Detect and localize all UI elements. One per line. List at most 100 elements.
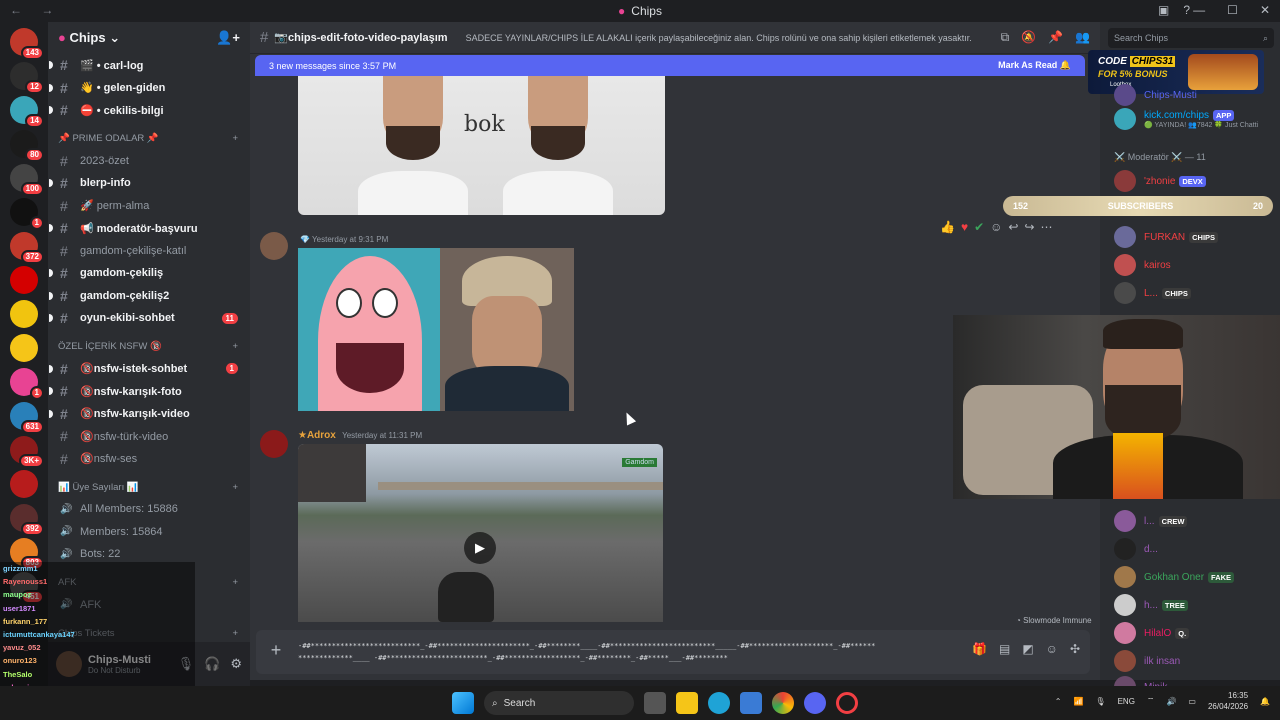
channel-item[interactable]: 🔊 Members: 15864	[48, 521, 250, 544]
store-icon[interactable]	[740, 692, 762, 714]
reply-icon[interactable]: ↩	[1008, 220, 1018, 234]
opera-icon[interactable]	[836, 692, 858, 714]
member-item[interactable]: FURKAN CHIPS	[1114, 226, 1219, 248]
add-attachment-icon[interactable]: +	[266, 640, 286, 660]
headphone-icon[interactable]: 🎧	[204, 656, 220, 672]
chrome-icon[interactable]	[772, 692, 794, 714]
taskbar-search[interactable]: ⌕ Search	[484, 691, 634, 715]
thumbs-up-icon[interactable]: 👍	[940, 220, 955, 234]
notification-icon[interactable]: 🔔	[1260, 697, 1270, 706]
file-explorer-icon[interactable]	[676, 692, 698, 714]
pin-icon[interactable]: 📌	[1048, 30, 1063, 45]
add-channel-icon[interactable]: +	[232, 577, 238, 588]
author-name[interactable]: ★Adrox	[298, 430, 336, 441]
server-icon[interactable]	[10, 300, 38, 328]
channel-item[interactable]: # 🔞nsfw-ses	[48, 448, 250, 471]
server-icon[interactable]: 143	[10, 28, 44, 60]
help-icon[interactable]: ?	[1183, 3, 1190, 17]
member-item[interactable]: L... CHIPS	[1114, 282, 1191, 304]
channel-item[interactable]: # gamdom-çekiliş2	[48, 285, 250, 308]
channel-item[interactable]: #2023-özet	[48, 150, 250, 173]
discord-icon[interactable]	[804, 692, 826, 714]
search-input[interactable]: Search Chips ⌕	[1108, 28, 1274, 48]
channel-item[interactable]: # 🔞nsfw-karışık-foto	[48, 380, 250, 403]
maximize-button[interactable]: ☐	[1227, 3, 1238, 17]
server-icon[interactable]: 1	[10, 198, 44, 230]
add-channel-icon[interactable]: +	[232, 133, 238, 144]
members-icon[interactable]: 👥	[1075, 30, 1090, 45]
server-icon[interactable]: 372	[10, 232, 44, 264]
server-icon[interactable]: 100	[10, 164, 44, 196]
channel-item[interactable]: # 🔞nsfw-istek-sohbet 1	[48, 358, 250, 381]
add-reaction-icon[interactable]: ☺	[990, 220, 1002, 234]
server-icon[interactable]: 1	[10, 368, 44, 400]
avatar[interactable]	[260, 232, 288, 260]
check-icon[interactable]: ✔	[974, 220, 984, 234]
server-icon[interactable]	[10, 266, 38, 294]
member-item[interactable]: h... TREE	[1114, 594, 1188, 616]
channel-item[interactable]: # blerp-info	[48, 172, 250, 195]
forward-icon[interactable]: ↪	[1024, 220, 1034, 234]
attachment-image[interactable]	[298, 248, 440, 411]
gif-icon[interactable]: ▤	[999, 642, 1010, 656]
clock[interactable]: 16:35 26/04/2026	[1208, 690, 1248, 712]
nav-arrows[interactable]: ← →	[10, 3, 61, 17]
sticker-icon[interactable]: ◩	[1022, 642, 1033, 656]
attachment-image[interactable]	[440, 248, 574, 411]
mic-icon[interactable]: 🎙	[1095, 697, 1105, 706]
channel-item[interactable]: # gamdom-çekiliş	[48, 262, 250, 285]
avatar[interactable]	[260, 430, 288, 458]
channel-item[interactable]: # 🚀 perm-alma	[48, 195, 250, 218]
guild-header[interactable]: ● Chips ⌄ 👤+	[48, 22, 250, 54]
channel-item[interactable]: # 🎬 • carl-log	[48, 54, 250, 77]
start-icon[interactable]	[452, 692, 474, 714]
channel-item[interactable]: # oyun-ekibi-sohbet 11	[48, 307, 250, 330]
minimize-button[interactable]: —	[1193, 3, 1205, 17]
server-icon[interactable]: 631	[10, 402, 44, 434]
member-item[interactable]: kairos	[1114, 254, 1171, 276]
server-icon[interactable]: 14	[10, 96, 44, 128]
threads-icon[interactable]: ⧉	[1001, 30, 1010, 45]
task-view-icon[interactable]	[644, 692, 666, 714]
category-nsfw[interactable]: ÖZEL İÇERİK NSFW 🔞 +	[48, 336, 250, 358]
member-item[interactable]: l... CREW	[1114, 510, 1188, 532]
channel-item[interactable]: # 🔞nsfw-türk-video	[48, 425, 250, 448]
channel-item[interactable]: 🔊 All Members: 15886	[48, 498, 250, 521]
member-item[interactable]: Gokhan Oner FAKE	[1114, 566, 1235, 588]
message-composer[interactable]: + -##**************************_-##*****…	[256, 630, 1090, 674]
add-channel-icon[interactable]: +	[232, 628, 238, 639]
member-item[interactable]: ilk insan	[1114, 650, 1180, 672]
member-item[interactable]: 'zhonie DEVX	[1114, 170, 1206, 192]
channel-item[interactable]: # 🔞nsfw-karışık-video	[48, 403, 250, 426]
channel-item[interactable]: # 📢 moderatör-başvuru	[48, 217, 250, 240]
channel-item[interactable]: # ⛔ • cekilis-bilgi	[48, 99, 250, 122]
more-icon[interactable]: ⋯	[1041, 220, 1053, 234]
server-icon[interactable]: 12	[10, 62, 44, 94]
attachment-image[interactable]: bok	[298, 76, 665, 215]
new-messages-bar[interactable]: 3 new messages since 3:57 PM Mark As Rea…	[255, 55, 1085, 76]
emoji-icon[interactable]: ☺	[1046, 642, 1058, 656]
apps-icon[interactable]: ✣	[1070, 642, 1080, 656]
play-icon[interactable]: ▶	[464, 532, 496, 564]
channel-item[interactable]: # gamdom-çekilişe-katıl	[48, 240, 250, 263]
inbox-icon[interactable]: ▣	[1158, 3, 1169, 17]
member-item[interactable]: d...	[1114, 538, 1158, 560]
network-icon[interactable]: 📶	[1073, 697, 1083, 706]
settings-icon[interactable]: ⚙	[230, 656, 242, 672]
language-indicator[interactable]: ENG	[1118, 697, 1135, 706]
add-member-icon[interactable]: 👤+	[216, 30, 240, 46]
add-channel-icon[interactable]: +	[232, 341, 238, 352]
server-icon[interactable]: 3K+	[10, 436, 44, 468]
chevron-up-icon[interactable]: ⌃	[1055, 697, 1062, 706]
server-icon[interactable]: 80	[10, 130, 44, 162]
channel-topic[interactable]: SADECE YAYINLAR/CHIPS İLE ALAKALI içerik…	[466, 33, 993, 43]
volume-icon[interactable]: 🔊	[1166, 697, 1176, 706]
mute-icon[interactable]: 🔕	[1021, 30, 1036, 45]
message-input[interactable]: -##**************************_-##*******…	[298, 640, 878, 664]
add-channel-icon[interactable]: +	[232, 482, 238, 493]
member-item[interactable]: Chips-Musti	[1114, 84, 1197, 106]
category-prime[interactable]: 📌 PRIME ODALAR 📌 +	[48, 128, 250, 150]
edge-icon[interactable]	[708, 692, 730, 714]
video-attachment[interactable]: Gamdom ▶	[298, 444, 663, 622]
category-member-count[interactable]: 📊 Üye Sayıları 📊 +	[48, 476, 250, 498]
